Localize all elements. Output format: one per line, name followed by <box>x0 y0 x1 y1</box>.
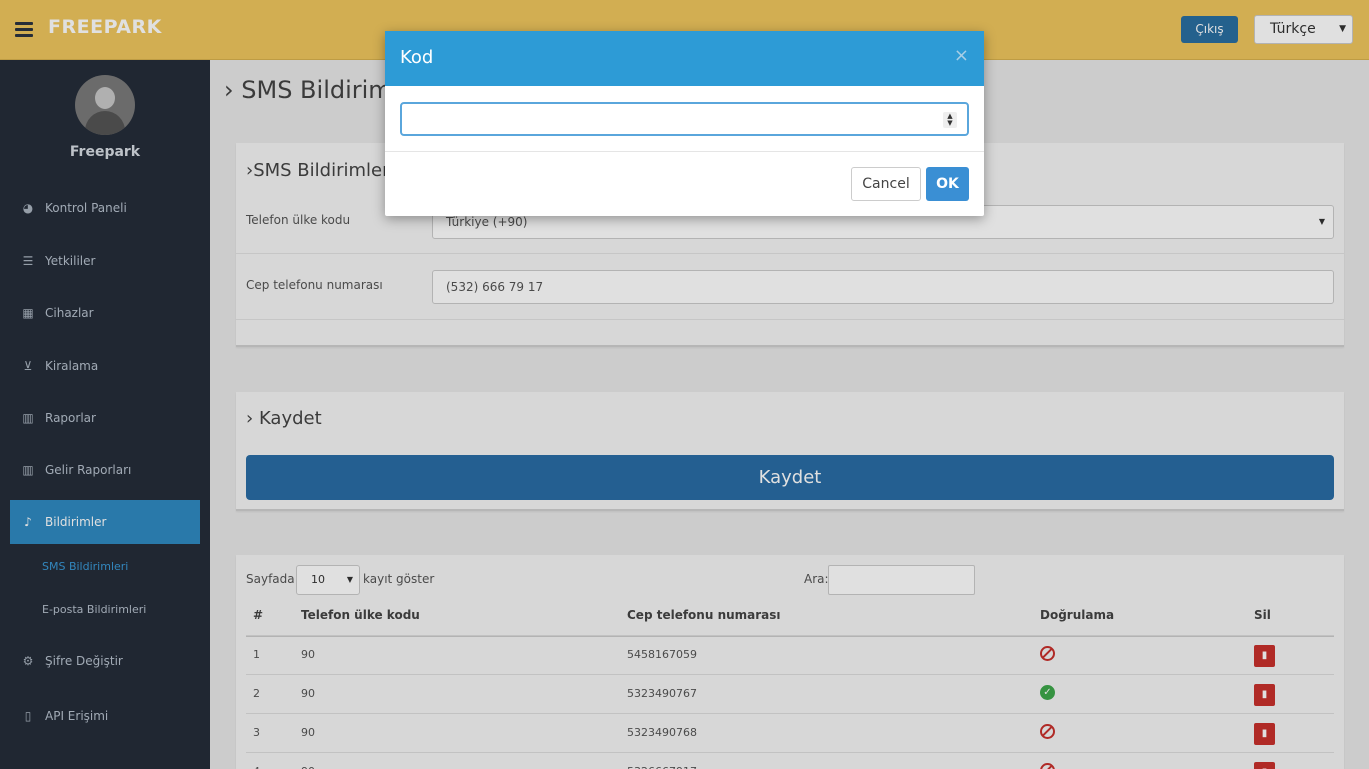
dialog-header: Kod × <box>385 31 984 86</box>
ok-button[interactable]: OK <box>926 167 969 201</box>
divider <box>385 151 984 152</box>
code-dialog: Kod × ▲ ▼ Cancel OK <box>385 31 984 216</box>
dialog-title: Kod <box>400 47 434 68</box>
cancel-button[interactable]: Cancel <box>851 167 921 201</box>
number-spinner-icon[interactable]: ▲ ▼ <box>943 112 957 128</box>
close-icon[interactable]: × <box>954 45 969 66</box>
code-input[interactable]: ▲ ▼ <box>400 102 969 136</box>
